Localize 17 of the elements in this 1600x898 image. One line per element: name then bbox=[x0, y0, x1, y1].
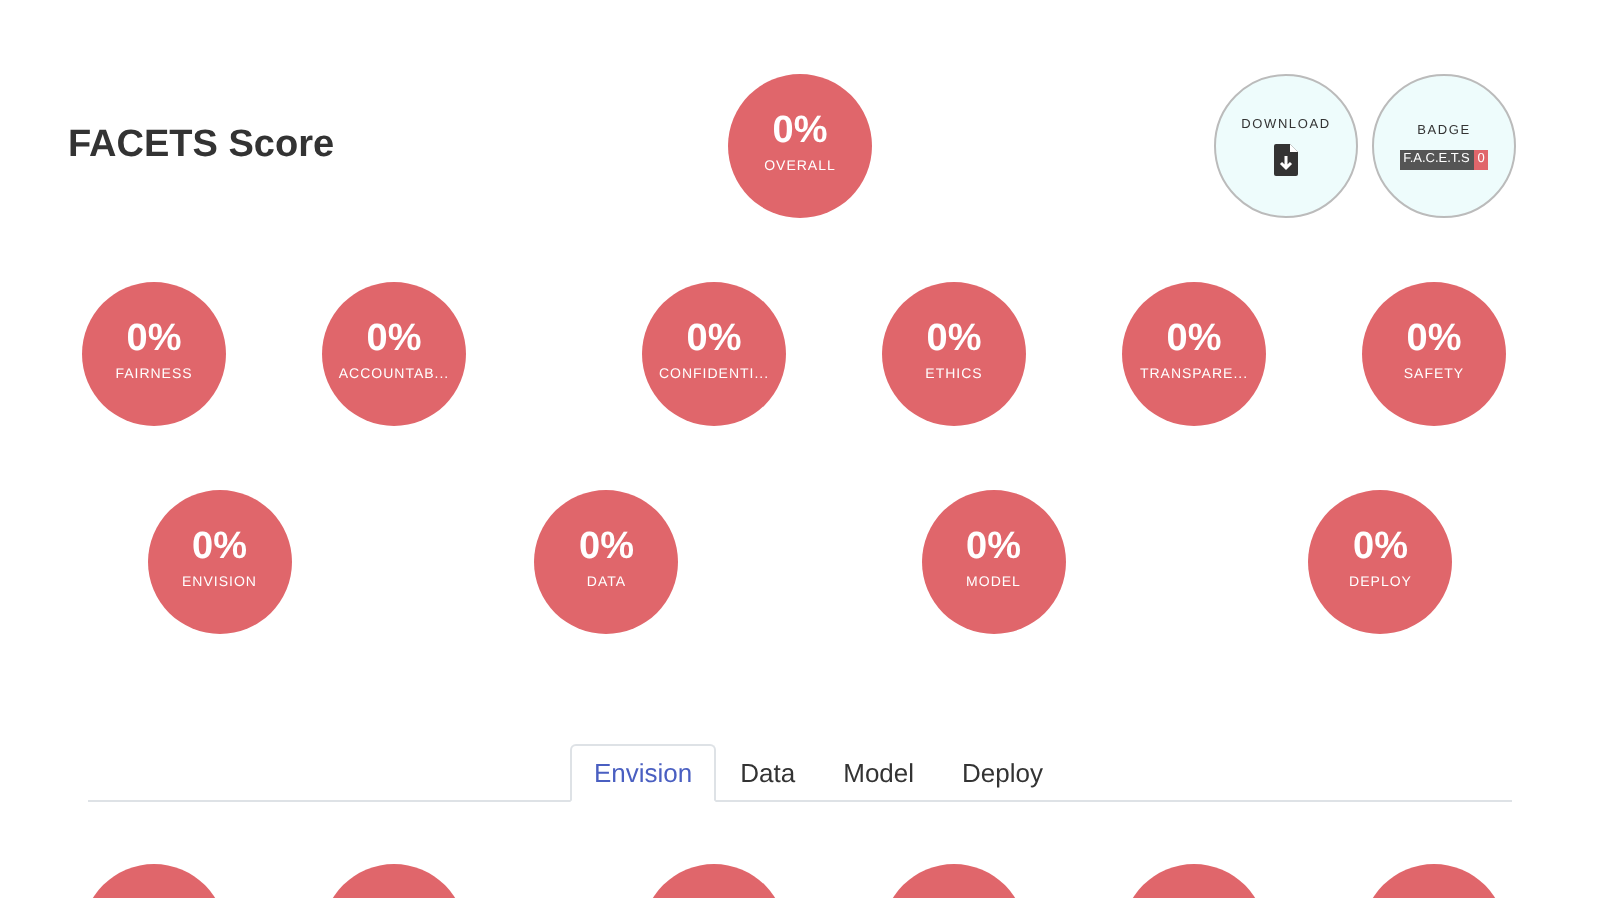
score-value: 0% bbox=[926, 320, 982, 361]
score-value: 0% bbox=[579, 528, 634, 569]
score-value: 0% bbox=[772, 112, 828, 153]
tab[interactable]: Model bbox=[819, 744, 939, 802]
file-download-icon bbox=[1274, 143, 1298, 176]
score-value: 0% bbox=[686, 320, 742, 361]
tab[interactable]: Data bbox=[716, 744, 820, 802]
page-title: FACETS Score bbox=[68, 121, 337, 170]
score-value: 0% bbox=[1406, 320, 1462, 361]
score-value: 0% bbox=[192, 528, 247, 569]
score-value: 0% bbox=[1353, 528, 1408, 569]
score-value: 0% bbox=[126, 320, 182, 361]
score-value: 0% bbox=[966, 528, 1021, 569]
tab[interactable]: Deploy bbox=[938, 744, 1067, 802]
tab[interactable]: Envision bbox=[570, 744, 717, 802]
score-value: 0% bbox=[1166, 320, 1222, 361]
score-value: 0% bbox=[366, 320, 422, 361]
